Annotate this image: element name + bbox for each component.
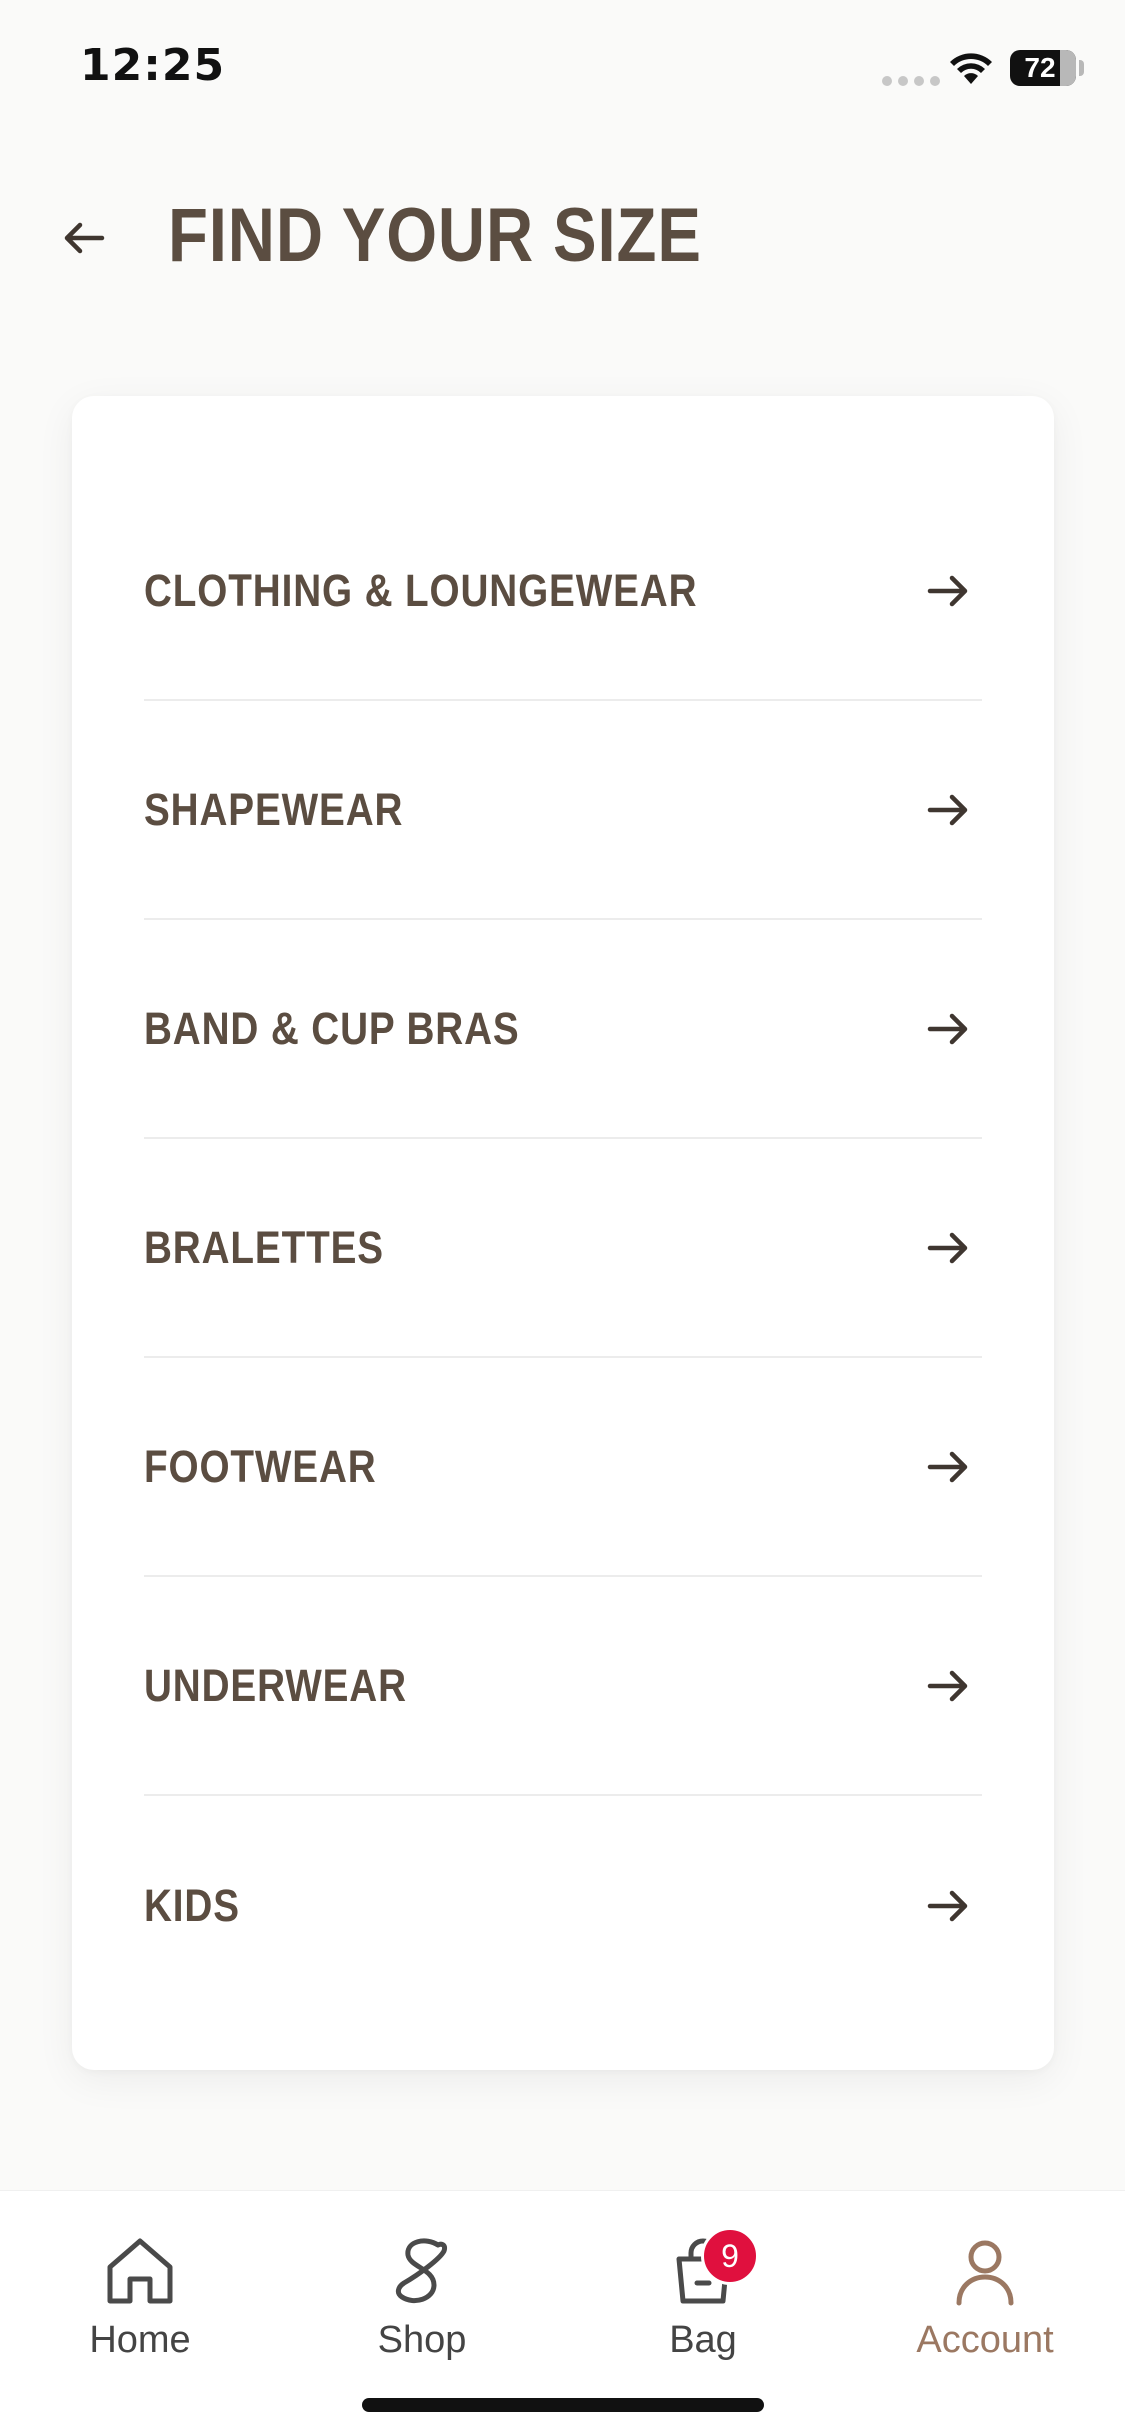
- size-item-shapewear[interactable]: SHAPEWEAR: [144, 701, 982, 920]
- back-button[interactable]: [52, 206, 116, 270]
- arrow-left-icon: [64, 222, 105, 254]
- arrow-right-icon: [927, 575, 968, 606]
- shop-s-icon: [395, 2238, 447, 2303]
- size-categories-card: CLOTHING & LOUNGEWEAR SHAPEWEAR BAND & C…: [72, 396, 1054, 2070]
- arrow-right-icon: [927, 1451, 968, 1482]
- size-item-label: CLOTHING & LOUNGEWEAR: [144, 564, 698, 616]
- status-time: 12:25: [80, 40, 226, 91]
- tab-label: Home: [89, 2319, 191, 2361]
- user-icon: [956, 2240, 1014, 2306]
- cellular-signal-icon: [882, 76, 940, 86]
- size-item-label: KIDS: [144, 1879, 240, 1931]
- size-item-band-cup-bras[interactable]: BAND & CUP BRAS: [144, 920, 982, 1139]
- size-item-label: FOOTWEAR: [144, 1440, 377, 1492]
- tab-label: Account: [916, 2319, 1054, 2361]
- arrow-right-icon: [927, 794, 968, 825]
- status-bar: 12:25 72: [0, 0, 1125, 140]
- page-title: FIND YOUR SIZE: [168, 193, 702, 278]
- house-icon: [107, 2238, 173, 2304]
- size-item-label: BAND & CUP BRAS: [144, 1002, 520, 1054]
- size-item-clothing-loungewear[interactable]: CLOTHING & LOUNGEWEAR: [144, 482, 982, 701]
- tab-shop[interactable]: Shop: [322, 2231, 522, 2371]
- size-item-underwear[interactable]: UNDERWEAR: [144, 1577, 982, 1796]
- wifi-icon: [950, 53, 992, 84]
- home-indicator: [362, 2398, 764, 2412]
- arrow-right-icon: [927, 1890, 968, 1921]
- bag-count-badge: 9: [701, 2227, 759, 2285]
- tab-home[interactable]: Home: [40, 2231, 240, 2371]
- battery-icon: 72: [1010, 50, 1076, 86]
- tab-label: Bag: [669, 2319, 737, 2361]
- size-item-label: BRALETTES: [144, 1221, 384, 1273]
- arrow-right-icon: [927, 1670, 968, 1701]
- tab-bag[interactable]: 9 Bag: [603, 2227, 803, 2371]
- battery-level: 72: [1024, 52, 1056, 83]
- size-item-footwear[interactable]: FOOTWEAR: [144, 1358, 982, 1577]
- arrow-right-icon: [927, 1232, 968, 1263]
- tab-account[interactable]: Account: [885, 2231, 1085, 2371]
- size-item-bralettes[interactable]: BRALETTES: [144, 1139, 982, 1358]
- tab-label: Shop: [377, 2319, 467, 2361]
- arrow-right-icon: [927, 1013, 968, 1044]
- size-item-kids[interactable]: KIDS: [144, 1796, 982, 2015]
- size-item-label: SHAPEWEAR: [144, 783, 404, 835]
- size-item-label: UNDERWEAR: [144, 1659, 407, 1711]
